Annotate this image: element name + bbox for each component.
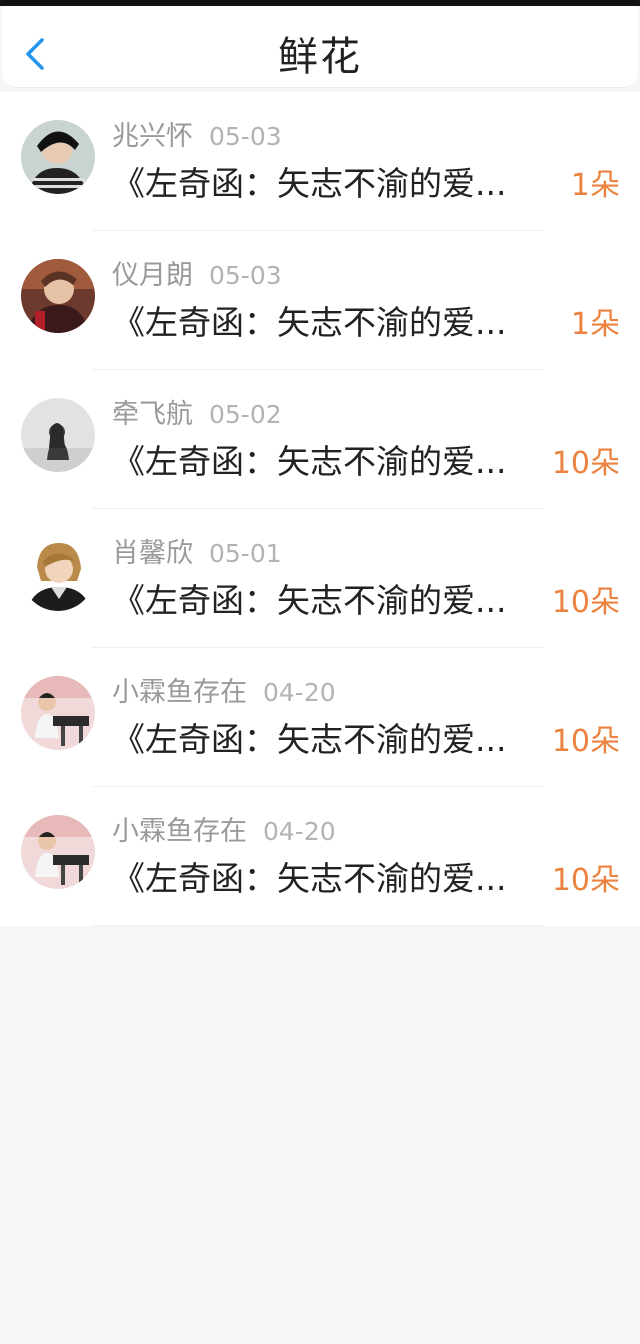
- list-item[interactable]: 兆兴怀 05-03 《左奇函：矢志不渝的爱... 1朵: [0, 92, 640, 231]
- avatar: [21, 398, 95, 472]
- list-item[interactable]: 牵飞航 05-02 《左奇函：矢志不渝的爱... 10朵: [0, 370, 640, 509]
- flower-count: 10朵: [551, 585, 620, 620]
- page-title: 鲜花: [278, 34, 362, 80]
- flower-count: 10朵: [551, 446, 620, 481]
- list-item[interactable]: 小霖鱼存在 04-20 《左奇函：矢志不渝的爱... 10朵: [0, 648, 640, 787]
- sent-date: 05-03: [209, 122, 282, 151]
- sender-name: 肖馨欣: [112, 538, 193, 569]
- item-meta: 小霖鱼存在 04-20: [112, 809, 336, 847]
- flower-list: 兆兴怀 05-03 《左奇函：矢志不渝的爱... 1朵 仪月朗 05-03 《左奇函…: [0, 92, 640, 926]
- header: 鲜花: [2, 6, 638, 88]
- sent-date: 04-20: [263, 817, 336, 846]
- flower-count: 1朵: [570, 307, 620, 342]
- sent-date: 05-02: [209, 400, 282, 429]
- divider: [92, 925, 544, 926]
- avatar: [21, 259, 95, 333]
- item-message: 《左奇函：矢志不渝的爱...: [112, 303, 507, 342]
- item-message: 《左奇函：矢志不渝的爱...: [112, 581, 507, 620]
- avatar: [21, 537, 95, 611]
- item-meta: 牵飞航 05-02: [112, 392, 282, 430]
- item-message: 《左奇函：矢志不渝的爱...: [112, 859, 507, 898]
- item-message: 《左奇函：矢志不渝的爱...: [112, 164, 507, 203]
- avatar: [21, 676, 95, 750]
- list-item[interactable]: 仪月朗 05-03 《左奇函：矢志不渝的爱... 1朵: [0, 231, 640, 370]
- sent-date: 05-01: [209, 539, 282, 568]
- sender-name: 小霖鱼存在: [112, 677, 247, 708]
- flower-count: 1朵: [570, 168, 620, 203]
- item-message: 《左奇函：矢志不渝的爱...: [112, 720, 507, 759]
- item-meta: 肖馨欣 05-01: [112, 531, 282, 569]
- sender-name: 牵飞航: [112, 399, 193, 430]
- item-message: 《左奇函：矢志不渝的爱...: [112, 442, 507, 481]
- sender-name: 仪月朗: [112, 260, 193, 291]
- avatar: [21, 120, 95, 194]
- avatar: [21, 815, 95, 889]
- list-item[interactable]: 小霖鱼存在 04-20 《左奇函：矢志不渝的爱... 10朵: [0, 787, 640, 926]
- item-meta: 兆兴怀 05-03: [112, 114, 282, 152]
- sent-date: 05-03: [209, 261, 282, 290]
- item-meta: 小霖鱼存在 04-20: [112, 670, 336, 708]
- flower-count: 10朵: [551, 863, 620, 898]
- flower-count: 10朵: [551, 724, 620, 759]
- sent-date: 04-20: [263, 678, 336, 707]
- item-meta: 仪月朗 05-03: [112, 253, 282, 291]
- sender-name: 兆兴怀: [112, 121, 193, 152]
- sender-name: 小霖鱼存在: [112, 816, 247, 847]
- list-item[interactable]: 肖馨欣 05-01 《左奇函：矢志不渝的爱... 10朵: [0, 509, 640, 648]
